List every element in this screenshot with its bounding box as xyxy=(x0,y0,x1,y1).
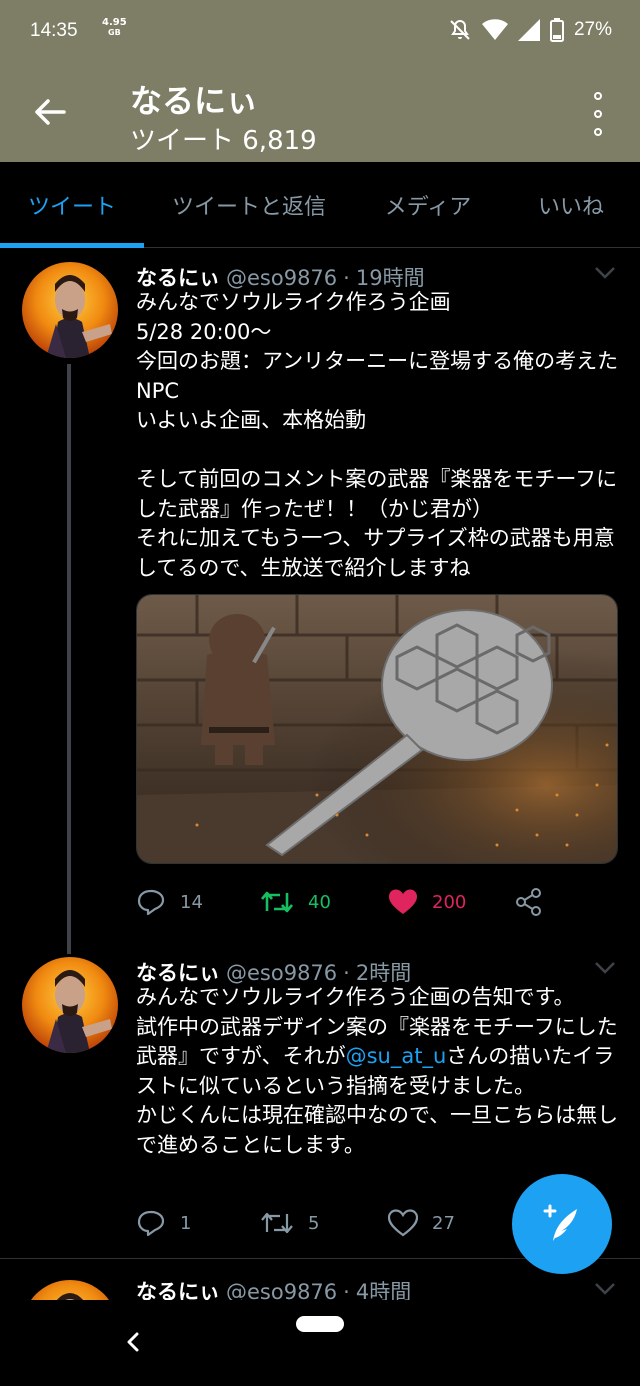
battery-icon xyxy=(549,18,564,42)
more-vert-dot xyxy=(594,128,602,136)
status-icons: 27% xyxy=(448,18,612,42)
status-bar: 14:35 4.95 GB 27% xyxy=(0,0,640,64)
avatar-portrait xyxy=(46,275,112,358)
reply-count: 14 xyxy=(180,891,203,913)
more-options-button[interactable] xyxy=(586,92,610,136)
tab-media[interactable]: メディア xyxy=(354,162,502,248)
heart-icon xyxy=(388,1209,418,1237)
tab-tweets-and-replies[interactable]: ツイートと返信 xyxy=(144,162,354,248)
compose-icon xyxy=(543,1204,577,1241)
tweet-author-handle[interactable]: @eso9876 xyxy=(226,961,337,985)
retweet-icon xyxy=(261,891,293,913)
network-speed-value: 4.95 xyxy=(102,17,127,28)
heart-icon xyxy=(389,889,417,914)
wifi-icon xyxy=(481,19,508,40)
reply-icon xyxy=(137,889,165,916)
share-button[interactable] xyxy=(514,882,544,922)
mention-link[interactable]: @su_at_u xyxy=(346,1044,447,1068)
avatar-portrait xyxy=(56,1293,84,1300)
retweet-icon xyxy=(261,1212,293,1234)
network-speed: 4.95 GB xyxy=(102,18,127,38)
media-image-render xyxy=(137,595,617,863)
tweet-separator: · xyxy=(343,1280,350,1300)
tweet-text: みんなでソウルライク作ろう企画の告知です。 試作中の武器デザイン案の『楽器をモチ… xyxy=(136,983,620,1160)
tweet-author-name[interactable]: なるにぃ xyxy=(136,1276,220,1300)
tweet-separator: · xyxy=(343,266,350,290)
tweet-media-image[interactable] xyxy=(136,594,618,864)
tweet-timestamp: 4時間 xyxy=(355,1280,412,1300)
more-vert-dot xyxy=(594,110,602,118)
app-header-area: 14:35 4.95 GB 27% なるにぃ ツイート 6,819 xyxy=(0,0,640,162)
avatar[interactable] xyxy=(22,957,118,1053)
avatar-portrait xyxy=(46,970,112,1053)
network-speed-unit: GB xyxy=(108,28,121,37)
avatar[interactable] xyxy=(22,1280,118,1300)
mute-icon xyxy=(450,19,470,40)
tweet-author-handle[interactable]: @eso9876 xyxy=(226,266,337,290)
tab-likes[interactable]: いいね xyxy=(502,162,640,248)
nav-back-icon[interactable] xyxy=(120,1328,144,1356)
tweet-actions: 14 40 200 xyxy=(136,882,616,922)
system-nav-bar xyxy=(0,1300,640,1386)
tweet-1[interactable]: なるにぃ @eso9876 · 19時間 みんなでソウルライク作ろう企画 5/2… xyxy=(0,250,640,960)
chevron-down-icon[interactable] xyxy=(594,266,616,280)
more-vert-icon xyxy=(594,92,602,100)
battery-percent: 27% xyxy=(573,19,612,40)
tweet-count: ツイート 6,819 xyxy=(130,126,317,156)
chevron-down-icon[interactable] xyxy=(594,961,616,975)
signal-icon xyxy=(517,19,540,41)
retweet-count: 40 xyxy=(308,891,331,913)
reply-count: 1 xyxy=(180,1212,192,1234)
chevron-down-icon[interactable] xyxy=(594,1282,616,1296)
like-count: 27 xyxy=(432,1212,455,1234)
back-arrow-icon xyxy=(35,99,66,125)
reply-button[interactable]: 14 xyxy=(136,882,203,922)
retweet-count: 5 xyxy=(308,1212,320,1234)
share-icon xyxy=(516,888,541,916)
profile-name-title: なるにぃ xyxy=(130,82,259,120)
like-button[interactable]: 200 xyxy=(388,882,466,922)
retweet-button[interactable]: 5 xyxy=(260,1203,319,1243)
tweet-author-handle[interactable]: @eso9876 xyxy=(226,1280,337,1300)
avatar[interactable] xyxy=(22,262,118,358)
profile-tabs: ツイート ツイートと返信 メディア いいね xyxy=(0,162,640,248)
tweet-separator: · xyxy=(343,961,350,985)
tweet-text: みんなでソウルライク作ろう企画 5/28 20:00〜 今回のお題：アンリターニ… xyxy=(136,290,619,580)
retweet-button[interactable]: 40 xyxy=(260,882,331,922)
back-button[interactable] xyxy=(30,92,70,132)
profile-header: なるにぃ ツイート 6,819 xyxy=(0,64,640,162)
status-time: 14:35 xyxy=(30,20,78,41)
nav-home-pill[interactable] xyxy=(296,1316,344,1332)
like-count: 200 xyxy=(432,891,467,913)
like-button[interactable]: 27 xyxy=(388,1203,455,1243)
reply-button[interactable]: 1 xyxy=(136,1203,191,1243)
compose-tweet-button[interactable] xyxy=(512,1174,612,1274)
reply-icon xyxy=(137,1210,165,1237)
tweet-header: なるにぃ @eso9876 · 4時間 xyxy=(136,1276,411,1300)
tab-tweets[interactable]: ツイート xyxy=(0,162,144,248)
